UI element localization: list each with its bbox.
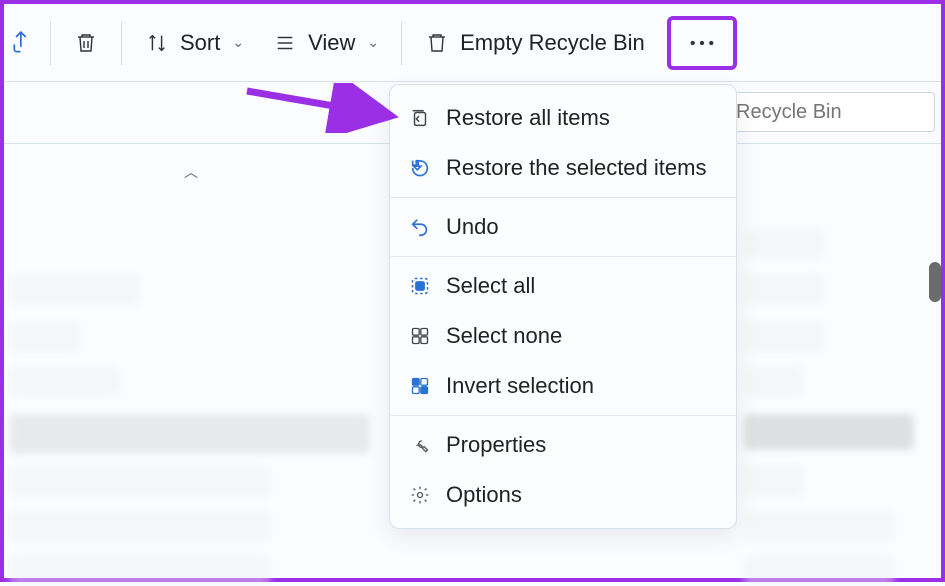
chevron-down-icon: ⌄: [367, 34, 379, 51]
list-item: [744, 512, 894, 542]
select-none-menuitem[interactable]: Select none: [390, 311, 736, 361]
chevron-up-icon[interactable]: ︿: [184, 162, 198, 182]
menu-item-label: Select none: [446, 323, 562, 349]
search-input[interactable]: [734, 100, 945, 125]
undo-menuitem[interactable]: Undo: [390, 202, 736, 252]
more-icon: [689, 30, 715, 56]
menu-separator: [390, 197, 736, 198]
restore-all-icon: [408, 106, 432, 130]
view-label: View: [308, 30, 355, 56]
share-button[interactable]: [8, 15, 42, 71]
view-button[interactable]: View ⌄: [258, 15, 393, 71]
toolbar-divider: [401, 21, 402, 65]
undo-icon: [408, 215, 432, 239]
share-icon: [10, 30, 36, 56]
scrollbar-thumb[interactable]: [929, 262, 941, 302]
menu-item-label: Restore all items: [446, 105, 610, 131]
options-menuitem[interactable]: Options: [390, 470, 736, 520]
list-item: [744, 274, 824, 304]
list-item: [744, 229, 824, 259]
restore-all-items-menuitem[interactable]: Restore all items: [390, 93, 736, 143]
command-bar: Sort ⌄ View ⌄ Empty Recycle Bin: [4, 4, 941, 82]
menu-item-label: Options: [446, 482, 522, 508]
list-item: [10, 322, 80, 352]
menu-separator: [390, 415, 736, 416]
list-item: [744, 466, 804, 496]
list-item: [10, 366, 120, 396]
restore-selected-menuitem[interactable]: Restore the selected items: [390, 143, 736, 193]
view-icon: [272, 30, 298, 56]
list-item: [744, 414, 914, 450]
empty-recycle-bin-label: Empty Recycle Bin: [460, 30, 645, 56]
list-item: [10, 512, 270, 542]
search-box[interactable]: [725, 92, 935, 132]
restore-selected-icon: [408, 156, 432, 180]
list-item: [744, 366, 804, 396]
delete-button[interactable]: [59, 15, 113, 71]
menu-separator: [390, 256, 736, 257]
toolbar-divider: [50, 21, 51, 65]
properties-menuitem[interactable]: Properties: [390, 420, 736, 470]
list-item: [744, 322, 824, 352]
empty-recycle-bin-button[interactable]: Empty Recycle Bin: [410, 15, 659, 71]
sort-label: Sort: [180, 30, 220, 56]
menu-item-label: Select all: [446, 273, 535, 299]
select-all-icon: [408, 274, 432, 298]
overflow-menu: Restore all items Restore the selected i…: [389, 84, 737, 529]
toolbar-divider: [121, 21, 122, 65]
list-item: [10, 414, 370, 454]
chevron-down-icon: ⌄: [232, 34, 244, 51]
invert-selection-menuitem[interactable]: Invert selection: [390, 361, 736, 411]
sort-button[interactable]: Sort ⌄: [130, 15, 258, 71]
menu-item-label: Undo: [446, 214, 499, 240]
menu-item-label: Properties: [446, 432, 546, 458]
menu-item-label: Invert selection: [446, 373, 594, 399]
list-item: [10, 274, 140, 304]
wrench-icon: [408, 433, 432, 457]
sort-icon: [144, 30, 170, 56]
trash-icon: [424, 30, 450, 56]
trash-icon: [73, 30, 99, 56]
more-button[interactable]: [667, 16, 737, 70]
invert-selection-icon: [408, 374, 432, 398]
list-item: [10, 466, 270, 496]
select-all-menuitem[interactable]: Select all: [390, 261, 736, 311]
menu-item-label: Restore the selected items: [446, 155, 706, 181]
select-none-icon: [408, 324, 432, 348]
gear-icon: [408, 483, 432, 507]
